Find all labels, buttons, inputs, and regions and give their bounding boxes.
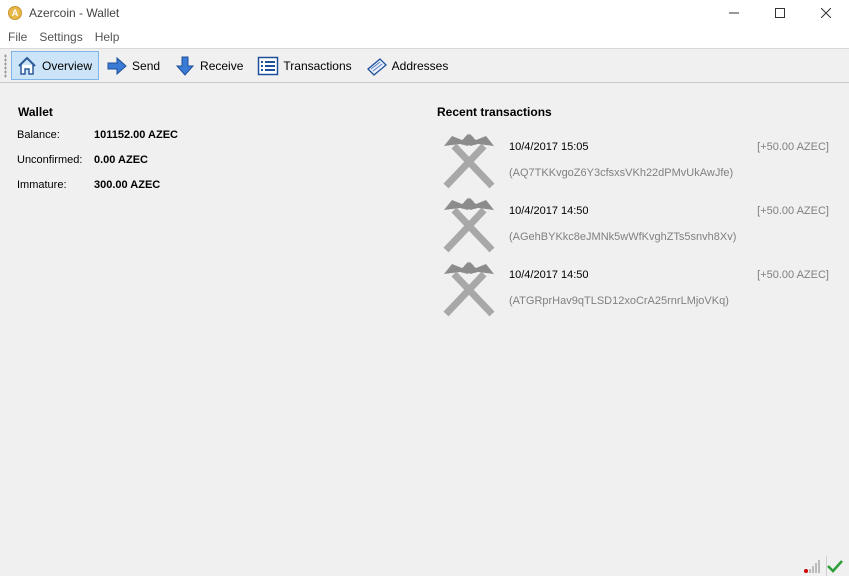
minimize-button[interactable] (711, 0, 757, 26)
transaction-item[interactable]: 10/4/2017 15:05 [+50.00 AZEC] (AQ7TKKvgo… (440, 132, 832, 192)
transaction-date: 10/4/2017 14:50 (509, 205, 589, 217)
send-arrow-icon (106, 55, 128, 77)
balance-label: Balance: (17, 129, 60, 141)
minimize-icon (729, 12, 739, 14)
menu-help[interactable]: Help (89, 30, 126, 44)
unconfirmed-value: 0.00 AZEC (94, 154, 149, 166)
maximize-button[interactable] (757, 0, 803, 26)
menu-bar: File Settings Help (0, 26, 849, 48)
balance-row: Balance: 101152.00 AZEC (17, 129, 178, 141)
transaction-amount: [+50.00 AZEC] (757, 269, 829, 281)
maximize-icon (775, 8, 785, 18)
tab-overview[interactable]: Overview (11, 51, 100, 80)
tab-transactions[interactable]: Transactions (252, 51, 358, 80)
window-title: Azercoin - Wallet (29, 6, 120, 20)
wallet-heading: Wallet (18, 105, 53, 119)
tab-addresses[interactable]: Addresses (361, 51, 456, 80)
transaction-address: (AGehBYKkc8eJMNk5wWfKvghZTs5snvh8Xv) (509, 231, 737, 243)
transaction-date: 10/4/2017 15:05 (509, 141, 589, 153)
close-button[interactable] (803, 0, 849, 26)
immature-label: Immature: (17, 179, 67, 191)
transaction-item[interactable]: 10/4/2017 14:50 [+50.00 AZEC] (ATGRprHav… (440, 260, 832, 320)
tab-transactions-label: Transactions (283, 58, 352, 73)
tab-send[interactable]: Send (101, 51, 167, 80)
transaction-address: (ATGRprHav9qTLSD12xoCrA25rnrLMjoVKq) (509, 295, 729, 307)
address-book-icon (366, 55, 388, 77)
network-signal-icon[interactable] (804, 559, 821, 573)
toolbar-grip[interactable] (4, 53, 7, 78)
balance-value: 101152.00 AZEC (94, 129, 178, 141)
tab-receive-label: Receive (200, 58, 244, 73)
transaction-item[interactable]: 10/4/2017 14:50 [+50.00 AZEC] (AGehBYKkc… (440, 196, 832, 256)
transaction-address: (AQ7TKKvgoZ6Y3cfsxsVKh22dPMvUkAwJfe) (509, 167, 734, 179)
immature-row: Immature: 300.00 AZEC (17, 179, 160, 191)
transaction-amount: [+50.00 AZEC] (757, 205, 829, 217)
mining-hammers-icon (443, 198, 495, 253)
close-icon (821, 8, 831, 18)
mining-hammers-icon (443, 134, 495, 189)
recent-transactions-heading: Recent transactions (437, 105, 552, 119)
transaction-date: 10/4/2017 14:50 (509, 269, 589, 281)
toolbar: Overview Send Receive Transactions Addre… (0, 48, 849, 83)
receive-arrow-icon (174, 55, 196, 77)
synced-checkmark-icon[interactable] (827, 559, 843, 573)
tab-overview-label: Overview (42, 58, 93, 73)
tab-send-label: Send (132, 58, 161, 73)
tab-addresses-label: Addresses (391, 58, 449, 73)
menu-settings[interactable]: Settings (33, 30, 88, 44)
azercoin-logo-icon: A (8, 6, 22, 20)
immature-value: 300.00 AZEC (94, 179, 161, 191)
unconfirmed-label: Unconfirmed: (17, 154, 83, 166)
mining-hammers-icon (443, 262, 495, 317)
unconfirmed-row: Unconfirmed: 0.00 AZEC (17, 154, 148, 166)
status-bar (804, 559, 843, 573)
menu-file[interactable]: File (2, 30, 33, 44)
list-icon (257, 55, 279, 77)
transaction-amount: [+50.00 AZEC] (757, 141, 829, 153)
home-icon (16, 55, 38, 77)
title-bar: A Azercoin - Wallet (0, 0, 849, 26)
tab-receive[interactable]: Receive (169, 51, 250, 80)
